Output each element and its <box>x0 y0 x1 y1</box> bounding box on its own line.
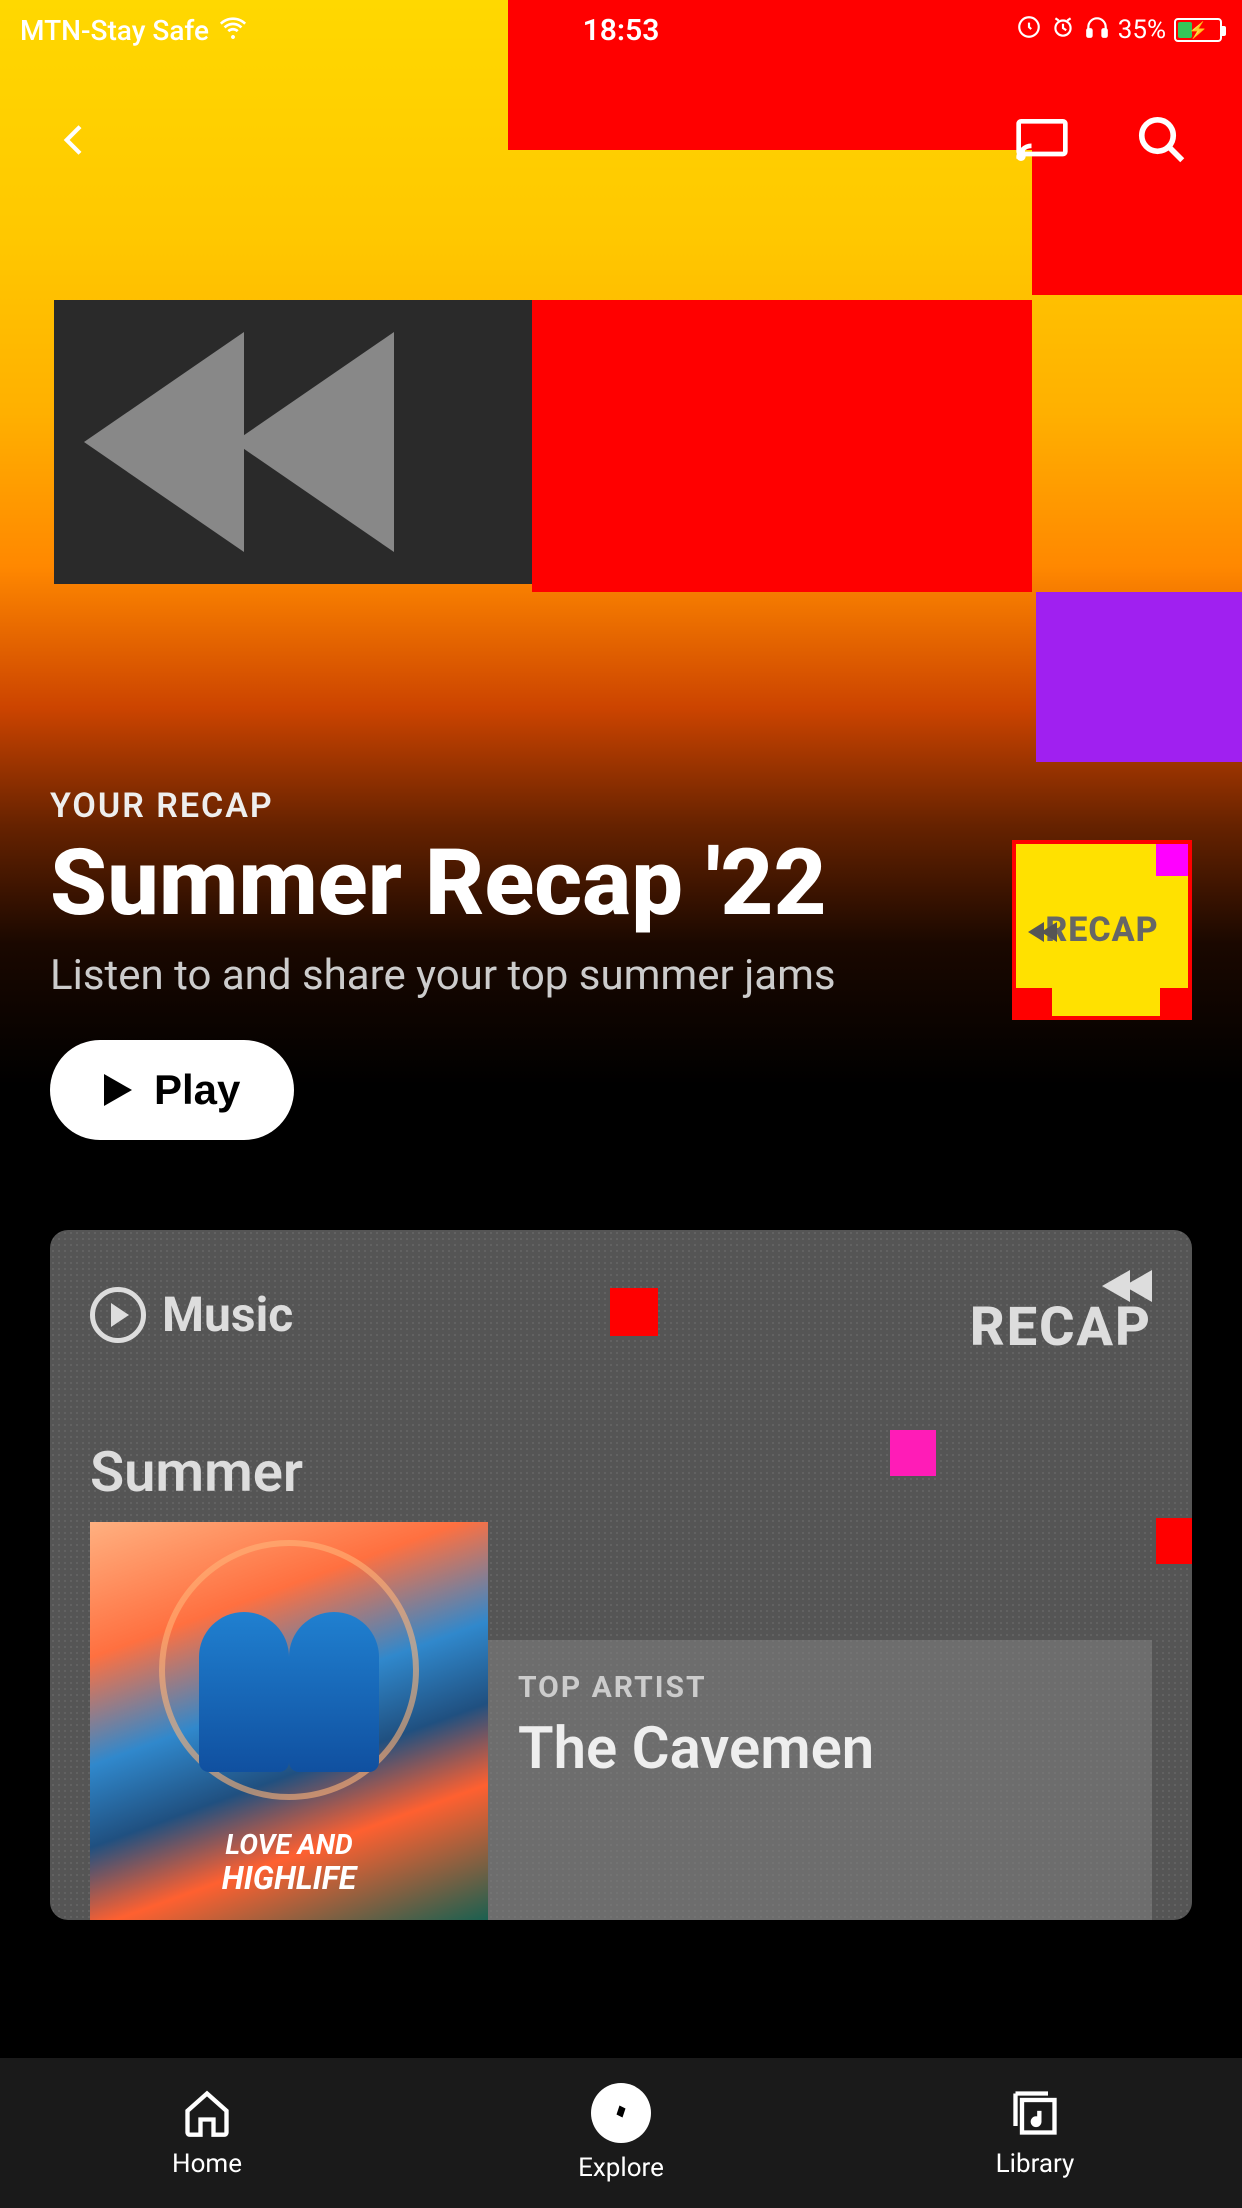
headphones-icon <box>1084 14 1110 47</box>
recap-thumbnail[interactable]: RECAP <box>1012 840 1192 1020</box>
album-title: LOVE AND HIGHLIFE <box>222 1830 356 1896</box>
home-icon <box>181 2087 233 2139</box>
hero-block-purple <box>1036 592 1242 762</box>
decor-square <box>610 1288 658 1336</box>
status-bar: MTN-Stay Safe 18:53 35% ⚡ <box>0 0 1242 60</box>
recap-card[interactable]: Music RECAP Summer LOVE AND HIGHLIFE TOP… <box>50 1230 1192 1920</box>
wifi-icon <box>217 11 249 50</box>
artist-info: TOP ARTIST The Cavemen <box>488 1640 1152 1920</box>
rewind-graphic <box>54 300 532 584</box>
card-recap-label: RECAP <box>970 1270 1152 1359</box>
library-icon <box>1009 2087 1061 2139</box>
rewind-triangle-icon <box>84 332 244 552</box>
nav-home[interactable]: Home <box>0 2058 414 2208</box>
top-artist-row: LOVE AND HIGHLIFE TOP ARTIST The Cavemen <box>90 1522 1152 1920</box>
status-carrier: MTN-Stay Safe <box>20 11 249 50</box>
battery-percent: 35% <box>1118 15 1166 45</box>
card-season: Summer <box>90 1439 1152 1505</box>
compass-icon <box>591 2083 651 2143</box>
charging-icon: ⚡ <box>1188 21 1208 40</box>
artist-name: The Cavemen <box>518 1715 1122 1783</box>
nav-library[interactable]: Library <box>828 2058 1242 2208</box>
rewind-triangle-icon <box>234 332 394 552</box>
card-section: Music RECAP Summer LOVE AND HIGHLIFE TOP… <box>0 1180 1242 1970</box>
artist-label: TOP ARTIST <box>518 1670 1122 1705</box>
decor-square <box>1156 1518 1192 1564</box>
youtube-music-icon <box>90 1287 146 1343</box>
recap-thumb-label: RECAP <box>1045 910 1158 950</box>
battery-icon: ⚡ <box>1174 18 1222 42</box>
music-badge: Music <box>90 1286 293 1343</box>
carrier-text: MTN-Stay Safe <box>20 14 209 47</box>
music-label: Music <box>162 1286 293 1343</box>
nav-home-label: Home <box>172 2149 242 2179</box>
hero-eyebrow: YOUR RECAP <box>50 786 1192 826</box>
nav-explore[interactable]: Explore <box>414 2058 828 2208</box>
hero-block-red-mid <box>532 300 1032 592</box>
play-button[interactable]: Play <box>50 1040 294 1140</box>
bottom-nav: Home Explore Library <box>0 2058 1242 2208</box>
back-button[interactable] <box>50 115 100 165</box>
play-label: Play <box>154 1066 240 1114</box>
alarm-icon <box>1050 14 1076 47</box>
nav-explore-label: Explore <box>578 2153 664 2183</box>
status-right: 35% ⚡ <box>1016 14 1222 47</box>
status-time: 18:53 <box>583 13 660 48</box>
top-bar <box>0 90 1242 190</box>
play-icon <box>104 1074 132 1106</box>
album-art[interactable]: LOVE AND HIGHLIFE <box>90 1522 488 1920</box>
hero-section: YOUR RECAP Summer Recap '22 Listen to an… <box>0 0 1242 1180</box>
rotation-lock-icon <box>1016 14 1042 47</box>
search-button[interactable] <box>1132 110 1192 170</box>
decor-square <box>890 1430 936 1476</box>
cast-button[interactable] <box>1012 110 1072 170</box>
nav-library-label: Library <box>996 2149 1075 2179</box>
